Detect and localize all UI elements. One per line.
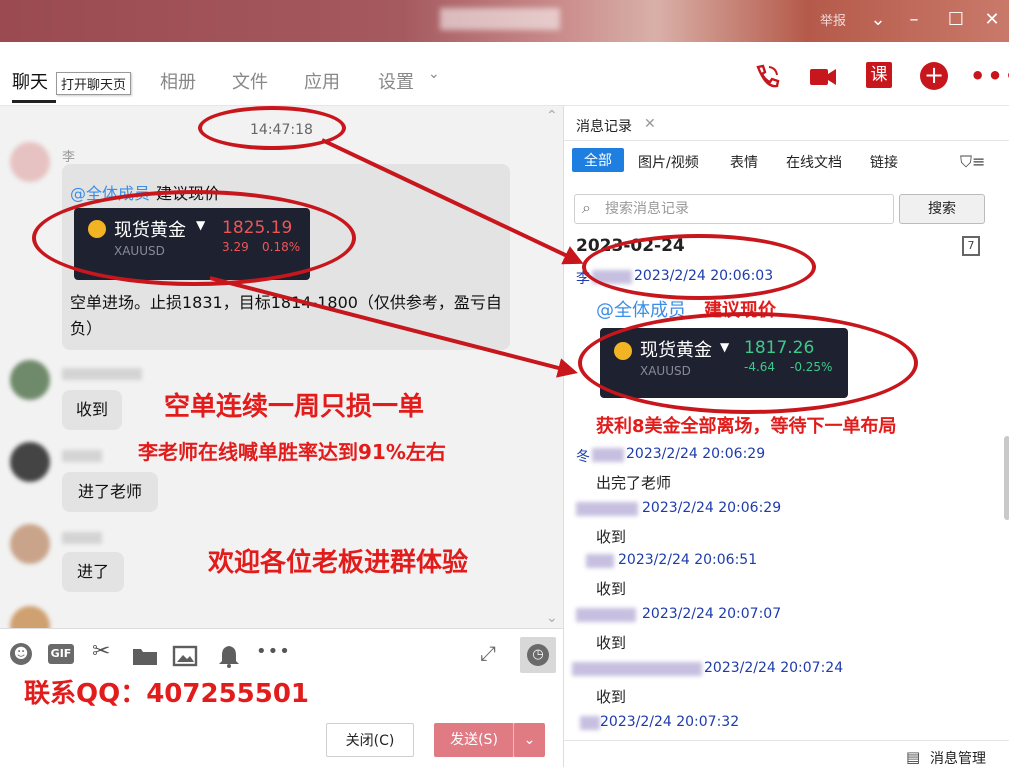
tab-settings[interactable]: 设置 <box>378 68 414 94</box>
message-bubble-icon: ▤ <box>906 748 921 766</box>
message-management-link[interactable]: 消息管理 <box>930 748 986 768</box>
search-input[interactable]: 搜索消息记录 <box>574 194 894 224</box>
avatar[interactable] <box>10 606 50 628</box>
input-area[interactable]: ☻ GIF ✂ ••• ⤢ ◷ 联系QQ：407255501 关闭(C) 发送(… <box>0 628 563 767</box>
sender-name-blurred <box>576 608 636 622</box>
record-time: 2023/2/24 20:07:07 <box>642 606 782 622</box>
more-icon[interactable]: ••• <box>970 62 1009 90</box>
record-time: 2023/2/24 20:07:24 <box>704 660 844 676</box>
record-text: 收到 <box>596 688 627 706</box>
avatar[interactable] <box>10 142 50 182</box>
clock-icon: ◷ <box>527 644 549 666</box>
record-text: 收到 <box>596 580 627 598</box>
message-bubble[interactable]: 收到 <box>62 390 122 430</box>
message-body: 空单进场。止损1831，目标1814-1800（仅供参考，盈亏自负） <box>70 293 502 338</box>
emoji-icon[interactable]: ☻ <box>10 643 32 665</box>
sender-name-blurred <box>586 554 614 568</box>
message-bubble[interactable]: 进了 <box>62 552 124 592</box>
tab-files[interactable]: 文件 <box>232 68 268 94</box>
sender-name: 李 <box>62 150 76 165</box>
filter-sticker[interactable]: 表情 <box>730 152 758 172</box>
filter-all[interactable]: 全部 <box>572 148 624 172</box>
record-time: 2023/2/24 20:07:32 <box>600 714 740 730</box>
minimize-icon[interactable]: – <box>900 6 928 34</box>
chat-area[interactable]: 14:47:18 ⌃ 李 @全体成员 建议现价 现货黄金 ▼ XAUUSD 18… <box>0 106 563 628</box>
record-time: 2023/2/24 20:06:29 <box>642 500 782 516</box>
avatar[interactable] <box>10 360 50 400</box>
sender-name-blurred <box>592 448 624 462</box>
history-tab[interactable]: 消息记录 <box>576 116 632 136</box>
lesson-icon[interactable]: 课 <box>866 62 892 88</box>
filter-icon[interactable]: ⛉≡ <box>960 152 985 172</box>
bell-icon[interactable] <box>216 643 242 669</box>
history-button[interactable]: ◷ <box>520 637 556 673</box>
annotation-text: 空单连续一周只损一单 <box>164 392 425 422</box>
calendar-icon[interactable]: 7 <box>962 236 980 256</box>
record-sender: 冬 <box>576 449 590 465</box>
sender-name-blurred <box>572 662 702 676</box>
tab-album[interactable]: 相册 <box>160 68 196 94</box>
record-text: 收到 <box>596 528 627 546</box>
report-link[interactable]: 举报 <box>820 10 846 29</box>
sender-name-blurred <box>580 716 600 730</box>
gif-icon[interactable]: GIF <box>48 644 74 664</box>
tab-apps[interactable]: 应用 <box>304 68 340 94</box>
group-name-blurred <box>440 8 560 30</box>
sender-name-blurred <box>62 450 102 462</box>
close-icon[interactable]: ✕ <box>978 6 1006 34</box>
annotation-text: 欢迎各位老板进群体验 <box>208 548 469 578</box>
divider <box>564 740 1009 741</box>
annotation-text: 李老师在线喊单胜率达到91%左右 <box>138 440 446 464</box>
search-button[interactable]: 搜索 <box>899 194 985 224</box>
record-time: 2023/2/24 20:06:29 <box>626 446 766 462</box>
filter-docs[interactable]: 在线文档 <box>786 152 842 172</box>
chevron-down-icon[interactable]: ⌄ <box>428 66 440 82</box>
tooltip: 打开聊天页 <box>56 72 132 95</box>
record-text: 收到 <box>596 634 627 652</box>
active-tab-underline <box>12 100 56 103</box>
message-history-panel[interactable]: 消息记录 ✕ 全部 图片/视频 表情 在线文档 链接 ⛉≡ 搜索消息记录 ⌕ 搜… <box>563 106 1009 767</box>
maximize-icon[interactable]: ☐ <box>942 6 970 34</box>
highlight-ellipse <box>198 106 346 150</box>
collapse-icon[interactable]: ⌃ <box>546 108 558 124</box>
filter-links[interactable]: 链接 <box>870 152 898 172</box>
record-text: 出完了老师 <box>596 474 672 492</box>
sender-name-blurred <box>576 502 638 516</box>
close-button[interactable]: 关闭(C) <box>326 723 414 757</box>
fullscreen-icon[interactable]: ⤢ <box>480 641 496 665</box>
phone-icon[interactable] <box>752 62 782 92</box>
sender-name-blurred <box>62 532 102 544</box>
chevron-down-icon[interactable]: ⌄ <box>864 6 892 34</box>
close-tab-icon[interactable]: ✕ <box>644 116 656 132</box>
annotation-text: 联系QQ：407255501 <box>24 679 310 709</box>
annotation-text: 获利8美金全部离场，等待下一单布局 <box>596 416 897 437</box>
divider <box>564 140 1009 141</box>
add-icon[interactable]: + <box>920 62 948 90</box>
highlight-ellipse <box>582 234 816 300</box>
message-bubble[interactable]: 进了老师 <box>62 472 158 512</box>
more-tools-icon[interactable]: ••• <box>256 641 291 662</box>
folder-icon[interactable] <box>132 643 158 669</box>
title-bar: 举报 ⌄ – ☐ ✕ <box>0 0 1009 42</box>
image-icon[interactable] <box>172 643 198 669</box>
record-time: 2023/2/24 20:06:51 <box>618 552 758 568</box>
scrollbar[interactable] <box>1004 436 1009 520</box>
send-button[interactable]: 发送(S) <box>434 723 514 757</box>
expand-icon[interactable]: ⌄ <box>546 610 558 626</box>
highlight-ellipse <box>32 190 356 286</box>
avatar[interactable] <box>10 442 50 482</box>
search-icon: ⌕ <box>582 198 591 217</box>
nav-bar: 聊天 公告 相册 文件 应用 设置 ⌄ <box>0 42 1009 106</box>
send-options-chevron-icon[interactable]: ⌄ <box>513 723 545 757</box>
video-call-icon[interactable] <box>808 62 838 92</box>
tab-chat[interactable]: 聊天 <box>12 68 48 94</box>
scissors-icon[interactable]: ✂ <box>92 639 110 664</box>
highlight-ellipse <box>578 312 918 414</box>
filter-media[interactable]: 图片/视频 <box>638 152 699 172</box>
avatar[interactable] <box>10 524 50 564</box>
sender-name-blurred <box>62 368 142 380</box>
